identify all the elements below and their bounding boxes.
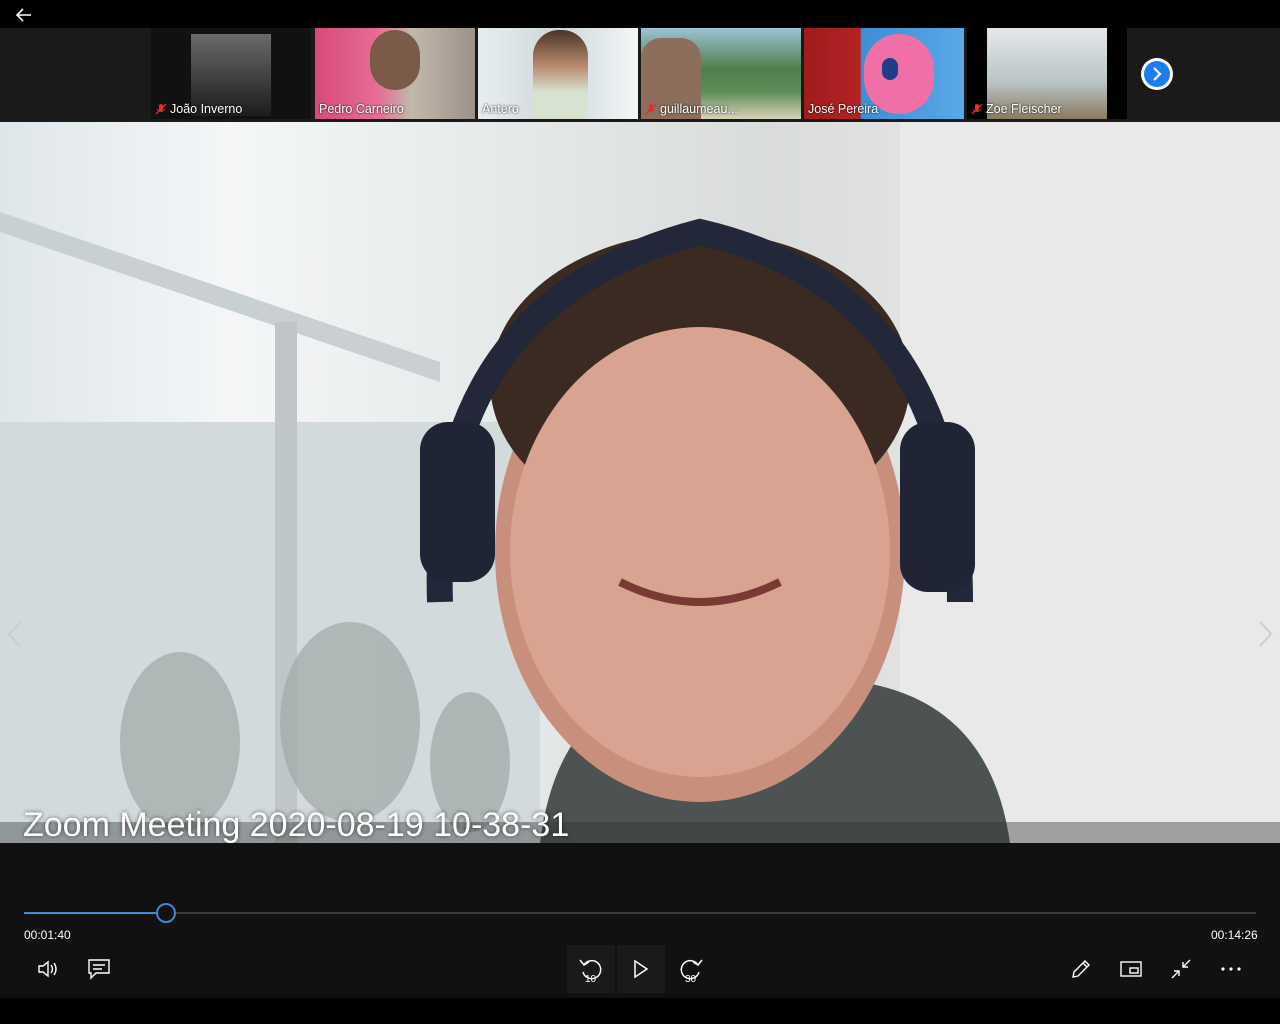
participant-tile[interactable]: Zoe Fleischer [967, 28, 1127, 119]
next-video-button[interactable] [1254, 619, 1278, 649]
bottom-bar [0, 998, 1280, 1024]
participant-name-tag: guillaumeau... [645, 102, 738, 116]
participant-video-detail [882, 58, 898, 80]
participant-strip: João Inverno Pedro Carneiro Antero guill… [0, 28, 1280, 122]
current-time: 00:01:40 [24, 928, 71, 942]
arrow-left-icon [16, 8, 31, 22]
pencil-icon [1072, 960, 1090, 978]
captions-icon [88, 959, 110, 980]
participant-tile[interactable]: guillaumeau... [641, 28, 801, 119]
volume-button[interactable] [27, 947, 71, 991]
participant-name: José Pereira [808, 102, 879, 116]
participant-video [533, 30, 588, 119]
exit-fullscreen-icon [1171, 959, 1191, 979]
more-icon [1221, 967, 1241, 971]
rewind-label: 10 [585, 974, 597, 983]
exit-fullscreen-button[interactable] [1159, 947, 1203, 991]
seek-bar[interactable] [24, 903, 1256, 923]
forward-label: 30 [685, 974, 697, 983]
participant-name: Antero [482, 102, 519, 116]
participant-video [370, 30, 420, 90]
edit-button[interactable] [1059, 947, 1103, 991]
participant-tile[interactable]: Antero [478, 28, 638, 119]
chevron-right-icon [1259, 621, 1273, 647]
title-bar [0, 0, 1280, 30]
rewind-10-icon: 10 [579, 959, 602, 983]
captions-button[interactable] [77, 947, 121, 991]
video-title: Zoom Meeting 2020-08-19 10-38-31 [23, 806, 570, 844]
participant-name-tag: Zoe Fleischer [971, 102, 1062, 116]
participant-name-tag: João Inverno [155, 102, 242, 116]
speaker-icon [38, 960, 57, 978]
participant-tile[interactable]: João Inverno [151, 28, 311, 119]
chevron-left-icon [7, 621, 21, 647]
participant-name: Pedro Carneiro [319, 102, 404, 116]
participant-name-tag: Antero [482, 102, 519, 116]
participant-tile[interactable]: Pedro Carneiro [315, 28, 475, 119]
participant-name-tag: José Pereira [808, 102, 878, 116]
total-time: 00:14:26 [1211, 928, 1258, 942]
participant-name-tag: Pedro Carneiro [319, 102, 404, 116]
rewind-button[interactable]: 10 [567, 945, 615, 993]
seek-bar-progress [24, 912, 167, 914]
chevron-right-icon [1153, 67, 1162, 81]
muted-mic-icon [971, 103, 983, 115]
muted-mic-icon [155, 103, 167, 115]
back-button[interactable] [0, 0, 48, 30]
mini-view-icon [1120, 961, 1142, 977]
next-participants-button[interactable] [1141, 58, 1173, 90]
video-frame [0, 122, 1280, 843]
participant-name: guillaumeau... [660, 102, 738, 116]
participant-name: João Inverno [170, 102, 243, 116]
muted-mic-icon [645, 103, 657, 115]
mini-view-button[interactable] [1109, 947, 1153, 991]
main-video[interactable] [0, 122, 1280, 843]
more-button[interactable] [1209, 947, 1253, 991]
forward-button[interactable]: 30 [667, 945, 715, 993]
previous-video-button[interactable] [2, 619, 26, 649]
participant-tile[interactable]: José Pereira [804, 28, 964, 119]
play-button[interactable] [617, 945, 665, 993]
play-icon [634, 959, 649, 979]
participant-name: Zoe Fleischer [986, 102, 1062, 116]
forward-30-icon: 30 [680, 959, 703, 983]
